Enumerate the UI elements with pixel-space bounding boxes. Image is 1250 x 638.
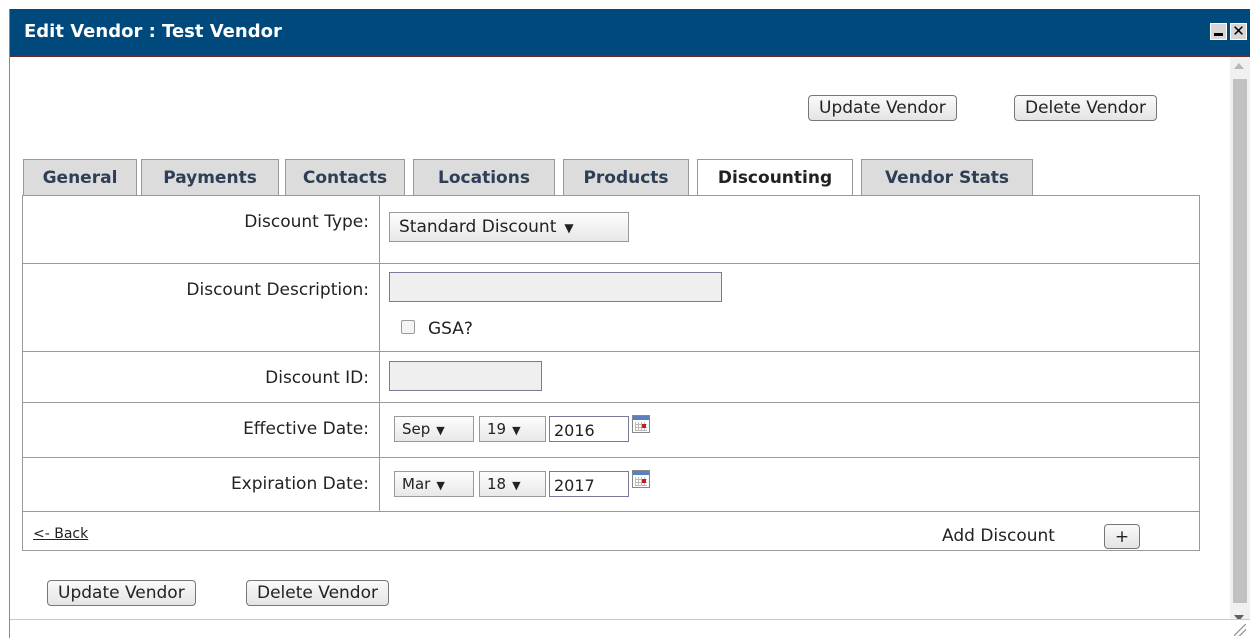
effective-year-input[interactable]: 2016	[549, 416, 629, 442]
scroll-up-arrow-icon[interactable]	[1234, 63, 1244, 69]
dropdown-arrow-icon: ▼	[512, 424, 521, 437]
tab-discounting[interactable]: Discounting	[697, 159, 853, 197]
expiration-date-label: Expiration Date:	[230, 474, 369, 494]
gsa-checkbox[interactable]	[401, 320, 415, 334]
discount-type-label: Discount Type:	[244, 212, 369, 232]
discount-type-row: Discount Type: Standard Discount ▼	[23, 196, 1199, 264]
delete-vendor-button-bottom[interactable]: Delete Vendor	[246, 580, 389, 606]
tab-general[interactable]: General	[23, 159, 137, 195]
delete-vendor-button-top[interactable]: Delete Vendor	[1014, 95, 1157, 121]
minimize-icon[interactable]	[1210, 23, 1227, 40]
window-title: Edit Vendor : Test Vendor	[24, 21, 282, 42]
dropdown-arrow-icon: ▼	[436, 479, 445, 492]
title-bar[interactable]: Edit Vendor : Test Vendor ✕	[10, 9, 1250, 57]
expiration-day-select[interactable]: 18 ▼	[479, 471, 546, 497]
effective-month-select[interactable]: Sep ▼	[394, 416, 474, 442]
dropdown-arrow-icon: ▼	[512, 479, 521, 492]
expiration-date-row: Expiration Date: Mar ▼ 18 ▼ 2017	[23, 458, 1199, 512]
add-discount-label: Add Discount	[942, 526, 1055, 546]
scrollbar-thumb[interactable]	[1233, 79, 1247, 603]
discount-description-label: Discount Description:	[186, 280, 369, 300]
tab-products[interactable]: Products	[563, 159, 689, 195]
vertical-scrollbar[interactable]	[1230, 57, 1250, 629]
calendar-icon[interactable]	[632, 415, 650, 433]
calendar-icon[interactable]	[632, 470, 650, 488]
status-bar	[10, 619, 1250, 638]
discount-id-input[interactable]	[389, 361, 542, 391]
effective-date-row: Effective Date: Sep ▼ 19 ▼ 2016	[23, 403, 1199, 458]
discount-id-label: Discount ID:	[265, 368, 369, 388]
discount-id-row: Discount ID:	[23, 352, 1199, 403]
discount-type-select[interactable]: Standard Discount ▼	[389, 212, 629, 242]
dropdown-arrow-icon: ▼	[436, 424, 445, 437]
close-icon[interactable]: ✕	[1230, 23, 1247, 40]
tab-vendor-stats[interactable]: Vendor Stats	[861, 159, 1033, 195]
resize-grip-icon[interactable]	[1234, 624, 1246, 636]
tab-locations[interactable]: Locations	[413, 159, 555, 195]
discounting-panel: Discount Type: Standard Discount ▼ Discou…	[22, 195, 1200, 551]
update-vendor-button-bottom[interactable]: Update Vendor	[47, 580, 196, 606]
dropdown-arrow-icon: ▼	[564, 221, 574, 235]
expiration-month-select[interactable]: Mar ▼	[394, 471, 474, 497]
discount-description-input[interactable]	[389, 272, 722, 302]
tab-payments[interactable]: Payments	[141, 159, 279, 195]
expiration-year-input[interactable]: 2017	[549, 471, 629, 497]
add-discount-button[interactable]: +	[1104, 524, 1140, 549]
discount-description-row: Discount Description: GSA?	[23, 264, 1199, 352]
effective-date-label: Effective Date:	[243, 419, 369, 439]
back-link[interactable]: <- Back	[33, 526, 88, 542]
gsa-label: GSA?	[428, 319, 473, 339]
update-vendor-button-top[interactable]: Update Vendor	[808, 95, 957, 121]
tab-contacts[interactable]: Contacts	[285, 159, 405, 195]
effective-day-select[interactable]: 19 ▼	[479, 416, 546, 442]
edit-vendor-window: Edit Vendor : Test Vendor ✕ Update Vendo…	[9, 9, 1250, 638]
